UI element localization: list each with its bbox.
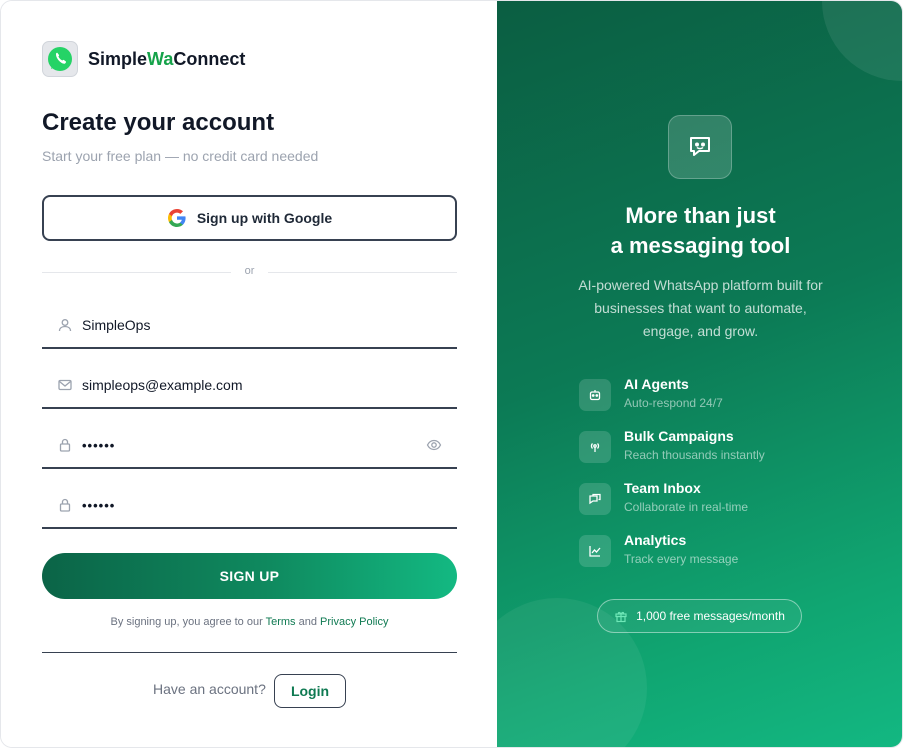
broadcast-icon xyxy=(579,431,611,463)
separator xyxy=(42,652,457,653)
confirm-password-field[interactable]: •••••• xyxy=(42,483,457,529)
feature-title: Analytics xyxy=(624,532,687,548)
chart-icon xyxy=(579,535,611,567)
feature-title: Team Inbox xyxy=(624,480,701,496)
decor-circle xyxy=(822,1,902,81)
google-signup-label: Sign up with Google xyxy=(196,210,333,226)
feature-subtitle: Track every message xyxy=(624,552,739,566)
promo-headline: More than just a messaging tool xyxy=(610,203,791,258)
feature-title: Bulk Campaigns xyxy=(624,428,734,444)
chat-icon xyxy=(579,483,611,515)
lock-icon xyxy=(57,437,73,453)
login-button[interactable]: Login xyxy=(274,674,346,708)
message-bubble-icon xyxy=(668,115,732,179)
feature-bulk-campaigns: Bulk Campaigns Reach thousands instantly xyxy=(579,427,839,467)
page-title: Create your account xyxy=(42,109,275,136)
feature-subtitle: Auto-respond 24/7 xyxy=(624,396,723,410)
robot-icon xyxy=(579,379,611,411)
feature-subtitle: Collaborate in real-time xyxy=(624,500,749,514)
brand-name: SimpleWaConnect xyxy=(88,48,246,69)
terms-link[interactable]: Terms xyxy=(266,616,296,628)
email-value: simpleops@example.com xyxy=(82,377,243,393)
google-icon xyxy=(167,208,187,228)
lock-icon xyxy=(57,497,73,513)
feature-ai-agents: AI Agents Auto-respond 24/7 xyxy=(579,375,839,415)
password-field[interactable]: •••••• xyxy=(42,423,457,469)
have-account-text: Have an account? xyxy=(153,681,266,697)
signup-panel: SimpleWaConnect Create your account Star… xyxy=(1,1,497,747)
badge-label: 1,000 free messages/month xyxy=(636,609,785,623)
feature-title: AI Agents xyxy=(624,376,689,392)
confirm-password-value: •••••• xyxy=(82,497,116,513)
gift-icon xyxy=(614,609,628,623)
password-value: •••••• xyxy=(82,437,116,453)
name-value: SimpleOps xyxy=(82,317,151,333)
signup-card: SimpleWaConnect Create your account Star… xyxy=(0,0,903,748)
signup-button[interactable]: SIGN UP xyxy=(42,553,457,599)
promo-description: AI-powered WhatsApp platform built for b… xyxy=(578,277,823,339)
feature-team-inbox: Team Inbox Collaborate in real-time xyxy=(579,479,839,519)
feature-analytics: Analytics Track every message xyxy=(579,531,839,571)
user-icon xyxy=(57,317,73,333)
email-field[interactable]: simpleops@example.com xyxy=(42,363,457,409)
terms-text: By signing up, you agree to our Terms an… xyxy=(110,616,389,628)
free-messages-badge: 1,000 free messages/month xyxy=(597,599,802,633)
divider-label: or xyxy=(244,265,255,277)
page-subtitle: Start your free plan — no credit card ne… xyxy=(42,148,319,164)
whatsapp-icon xyxy=(42,41,78,77)
eye-icon[interactable] xyxy=(426,437,442,453)
feature-subtitle: Reach thousands instantly xyxy=(624,448,765,462)
name-field[interactable]: SimpleOps xyxy=(42,303,457,349)
google-signup-button[interactable]: Sign up with Google xyxy=(42,195,457,241)
brand: SimpleWaConnect xyxy=(42,41,245,77)
mail-icon xyxy=(57,377,73,393)
divider: or xyxy=(42,263,457,281)
promo-panel: More than just a messaging tool AI-powere… xyxy=(497,1,902,747)
privacy-policy-link[interactable]: Privacy Policy xyxy=(320,616,388,628)
